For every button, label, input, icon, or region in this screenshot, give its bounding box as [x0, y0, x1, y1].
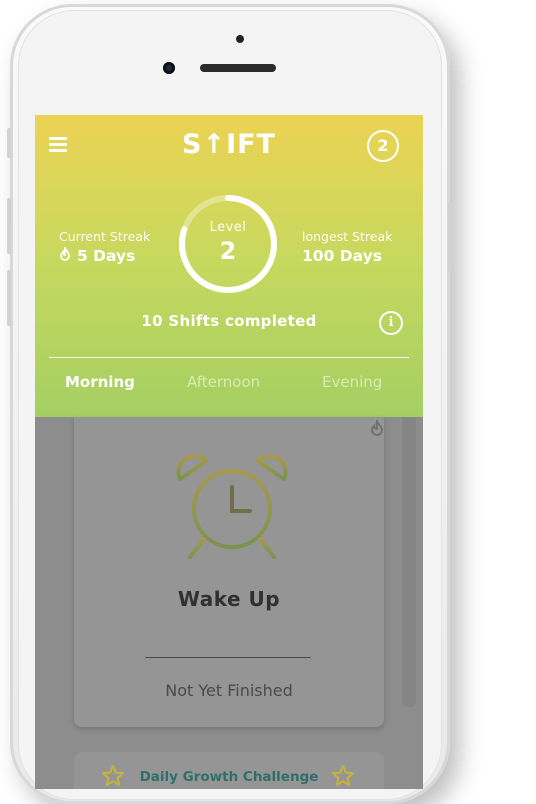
- tab-evening[interactable]: Evening: [322, 373, 382, 391]
- flame-icon: [59, 245, 71, 265]
- proximity-sensor: [236, 35, 244, 43]
- next-card-edge: [402, 417, 416, 707]
- app-screen: S↑IFT 2 Current Streak 5 Days Level 2 lo…: [35, 115, 423, 789]
- shifts-completed: 10 Shifts completed: [141, 312, 317, 330]
- tab-morning[interactable]: Morning: [65, 373, 135, 391]
- task-title: Wake Up: [177, 587, 281, 611]
- current-streak: Current Streak 5 Days: [59, 229, 150, 265]
- alarm-clock-icon: [176, 455, 288, 559]
- tab-afternoon[interactable]: Afternoon: [187, 373, 260, 391]
- notification-badge[interactable]: 2: [367, 130, 399, 162]
- volume-down-button: [7, 270, 11, 326]
- current-streak-label: Current Streak: [59, 229, 151, 244]
- longest-streak: longest Streak 100 Days: [302, 229, 392, 265]
- longest-streak-label: longest Streak: [302, 229, 393, 244]
- app-logo: S↑IFT: [182, 129, 276, 160]
- level-display: Level 2: [176, 220, 280, 265]
- star-icon: [332, 765, 354, 786]
- task-card[interactable]: Wake Up Not Yet Finished: [74, 417, 384, 727]
- earpiece-speaker: [200, 64, 276, 72]
- mute-switch: [7, 128, 11, 158]
- current-streak-value: 5 Days: [77, 247, 136, 265]
- task-divider: [145, 657, 311, 658]
- current-streak-value-row: 5 Days: [59, 245, 150, 265]
- task-status: Not Yet Finished: [165, 681, 293, 700]
- volume-up-button: [7, 198, 11, 254]
- power-button: [448, 202, 452, 272]
- info-icon[interactable]: i: [379, 311, 403, 335]
- level-value: 2: [219, 237, 237, 265]
- front-camera: [163, 62, 175, 74]
- header-divider: [49, 357, 409, 358]
- time-of-day-tabs: Morning Afternoon Evening: [35, 373, 423, 403]
- app-header: S↑IFT 2 Current Streak 5 Days Level 2 lo…: [35, 115, 423, 417]
- daily-challenge-card[interactable]: Daily Growth Challenge: [74, 752, 384, 789]
- streak-flame-icon: [370, 417, 384, 440]
- level-label: Level: [209, 220, 247, 235]
- longest-streak-value: 100 Days: [302, 247, 382, 265]
